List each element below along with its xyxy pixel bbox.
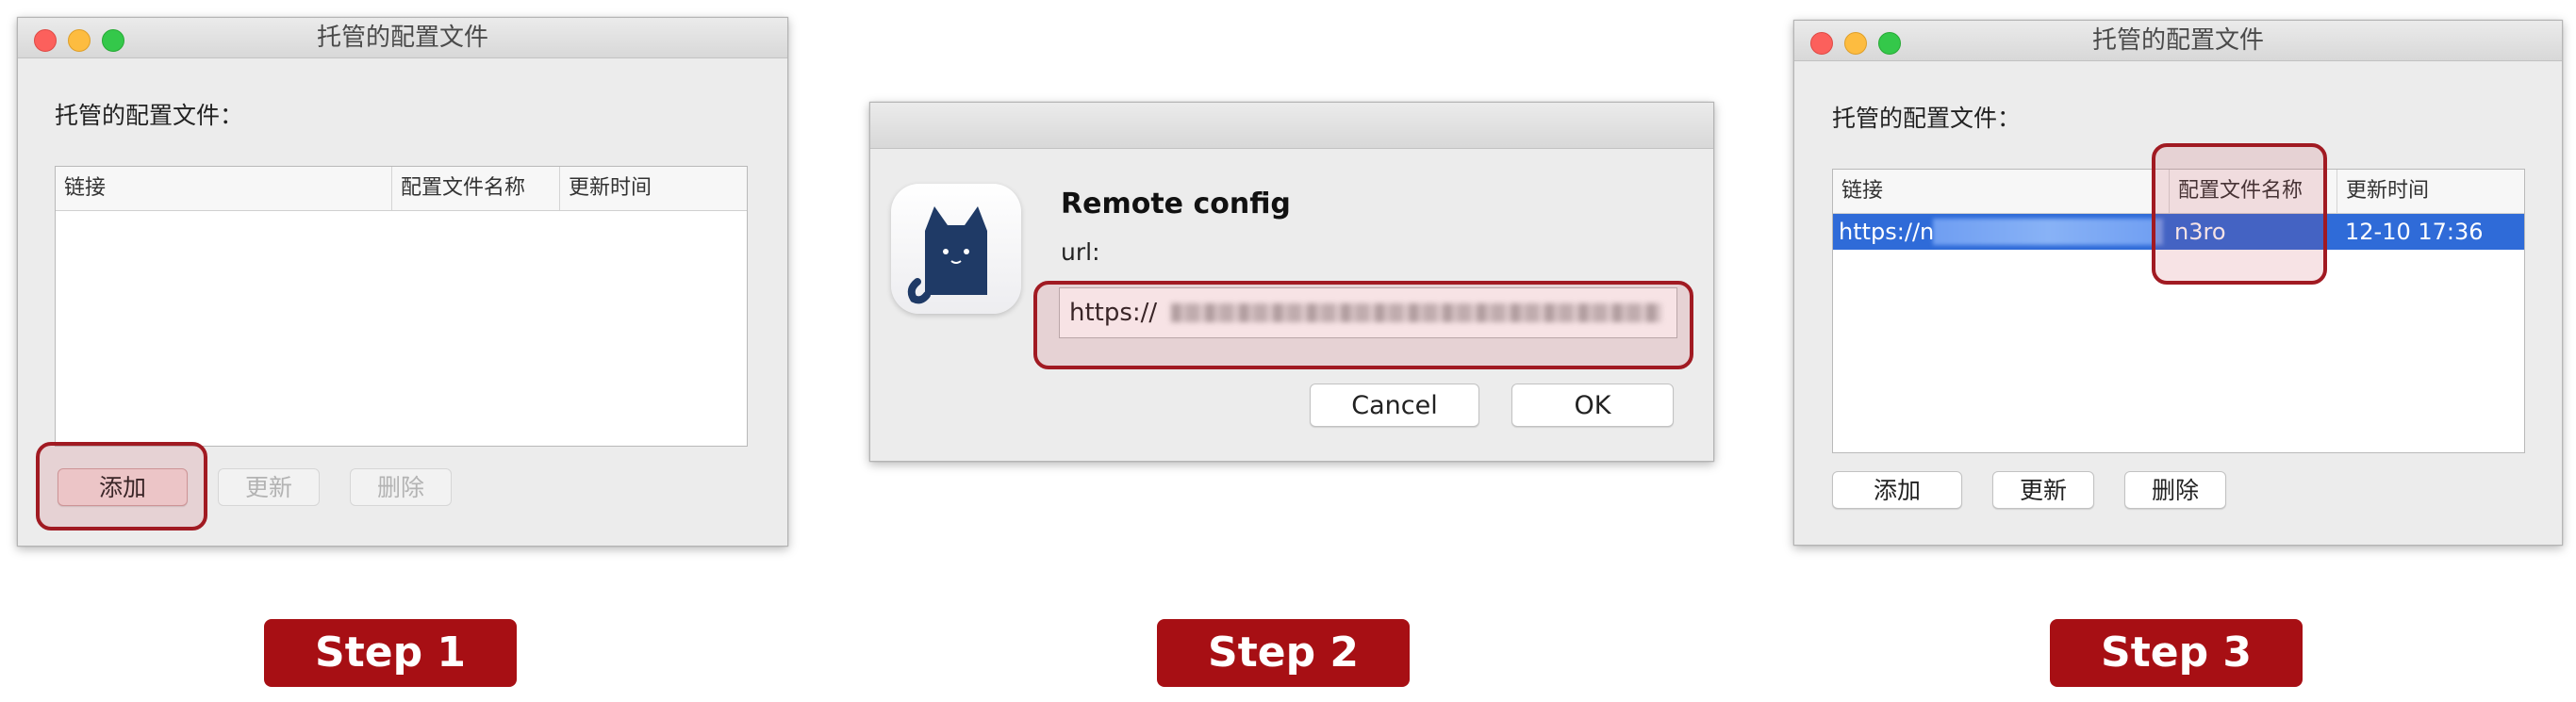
ok-button[interactable]: OK — [1511, 384, 1674, 427]
window-title: 托管的配置文件 — [2091, 26, 2264, 55]
row-link: https://n — [1839, 219, 1935, 245]
step-label-1: Step 1 — [264, 619, 517, 687]
column-header-name[interactable]: 配置文件名称 — [391, 167, 559, 210]
step3-titlebar: 托管的配置文件 — [1794, 21, 2562, 61]
row-updated: 12-10 17:36 — [2345, 219, 2484, 245]
update-button[interactable]: 更新 — [1992, 471, 2094, 509]
delete-button[interactable]: 删除 — [2124, 471, 2226, 509]
cat-icon — [891, 184, 1021, 314]
highlight-url-input — [1033, 281, 1693, 369]
column-header-updated[interactable]: 更新时间 — [2337, 170, 2524, 213]
section-label: 托管的配置文件： — [1832, 105, 2022, 132]
link-blurred-text — [1933, 219, 2163, 245]
add-button[interactable]: 添加 — [1832, 471, 1962, 509]
step-label-2: Step 2 — [1157, 619, 1410, 687]
delete-button[interactable]: 删除 — [350, 468, 452, 506]
profiles-table[interactable]: 链接 配置文件名称 更新时间 — [55, 166, 748, 447]
step1-titlebar: 托管的配置文件 — [18, 18, 787, 58]
column-header-link[interactable]: 链接 — [56, 167, 391, 210]
dialog-title: Remote config — [1061, 188, 1291, 220]
update-button[interactable]: 更新 — [218, 468, 320, 506]
dialog-titlebar — [870, 103, 1713, 149]
column-header-updated[interactable]: 更新时间 — [559, 167, 747, 210]
window-title: 托管的配置文件 — [316, 24, 488, 52]
step-label-3: Step 3 — [2050, 619, 2303, 687]
url-label: url: — [1061, 238, 1100, 266]
highlight-add-button — [36, 442, 207, 531]
highlight-config-name — [2152, 143, 2327, 285]
section-label: 托管的配置文件： — [55, 102, 244, 129]
cancel-button[interactable]: Cancel — [1310, 384, 1479, 427]
table-header: 链接 配置文件名称 更新时间 — [56, 167, 747, 211]
column-header-link[interactable]: 链接 — [1833, 170, 2169, 213]
